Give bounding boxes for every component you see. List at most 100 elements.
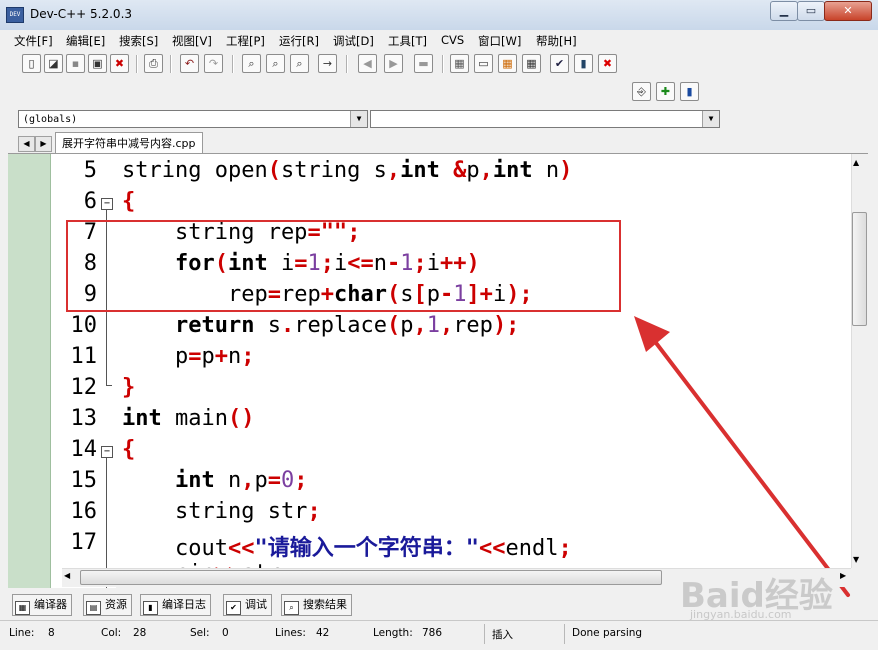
scroll-left-icon[interactable]: ◀ bbox=[64, 571, 70, 580]
status-lines-label: Lines: bbox=[275, 627, 306, 639]
line-number: 14 bbox=[70, 437, 98, 462]
chart-icon[interactable]: ▮ bbox=[574, 54, 593, 73]
menu-cvs[interactable]: CVS bbox=[441, 33, 464, 47]
main-toolbar: ▯ ◪ ▪ ▣ ✖ ⎙ ↶ ↷ ⌕ ⌕ ⌕ → ◀ ▶ ▬ ▦ ▭ ▦ ▦ ✔ … bbox=[0, 50, 878, 78]
log-icon: ▮ bbox=[143, 601, 158, 615]
menu-bar: 文件[F] 编辑[E] 搜索[S] 视图[V] 工程[P] 运行[R] 调试[D… bbox=[0, 30, 878, 50]
tab-debug[interactable]: ✔ 调试 bbox=[223, 594, 272, 616]
tab-file[interactable]: 展开字符串中减号内容.cpp bbox=[55, 132, 203, 155]
chevron-down-icon: ▼ bbox=[350, 111, 367, 127]
tab-scroll-left-icon[interactable]: ◀ bbox=[18, 136, 35, 152]
status-line-label: Line: bbox=[9, 627, 35, 639]
annotation-box bbox=[66, 220, 621, 312]
compile-run-icon[interactable]: ▦ bbox=[498, 54, 517, 73]
title-bar: DEV Dev-C++ 5.2.0.3 ▁ ▭ ✕ bbox=[0, 0, 878, 31]
check-syntax-icon[interactable]: ✔ bbox=[550, 54, 569, 73]
tab-label: 搜索结果 bbox=[303, 598, 347, 611]
line-number: 6 bbox=[83, 189, 97, 214]
menu-window[interactable]: 窗口[W] bbox=[478, 33, 521, 49]
status-lines: 42 bbox=[316, 627, 330, 639]
menu-help[interactable]: 帮助[H] bbox=[536, 33, 577, 49]
save-icon[interactable]: ▪ bbox=[66, 54, 85, 73]
fold-collapse-icon[interactable]: − bbox=[101, 198, 113, 210]
open-file-icon[interactable]: ◪ bbox=[44, 54, 63, 73]
status-sel: 0 bbox=[222, 627, 229, 639]
menu-project[interactable]: 工程[P] bbox=[226, 33, 265, 49]
scope-combo-value: (globals) bbox=[23, 114, 78, 125]
scroll-down-icon[interactable]: ▼ bbox=[853, 555, 859, 564]
tab-label: 编译器 bbox=[34, 598, 67, 611]
vertical-scroll-thumb[interactable] bbox=[852, 212, 867, 326]
add-icon[interactable]: ✚ bbox=[656, 82, 675, 101]
annotation-arrow bbox=[634, 316, 850, 597]
app-icon: DEV bbox=[6, 7, 24, 23]
search-icon: ⌕ bbox=[284, 601, 299, 615]
line-number: 12 bbox=[70, 375, 98, 400]
scroll-right-icon[interactable]: ▶ bbox=[840, 571, 846, 580]
horizontal-scroll-thumb[interactable] bbox=[80, 570, 662, 585]
window-title: Dev-C++ 5.2.0.3 bbox=[30, 7, 133, 21]
save-all-icon[interactable]: ▣ bbox=[88, 54, 107, 73]
debug-check-icon: ✔ bbox=[226, 601, 241, 615]
find-icon[interactable]: ⌕ bbox=[242, 54, 261, 73]
line-number: 17 bbox=[70, 530, 98, 555]
new-class-icon[interactable]: ⎆ bbox=[632, 82, 651, 101]
tab-resources[interactable]: ▤ 资源 bbox=[83, 594, 132, 616]
line-number: 10 bbox=[70, 313, 98, 338]
secondary-toolbar: ⎆ ✚ ▮ bbox=[0, 78, 878, 106]
status-length: 786 bbox=[422, 627, 443, 639]
status-bar: Line: 8 Col: 28 Sel: 0 Lines: 42 Length:… bbox=[0, 620, 878, 650]
goto-line-icon[interactable]: → bbox=[318, 54, 337, 73]
replace-icon[interactable]: ⌕ bbox=[266, 54, 285, 73]
stop-icon[interactable]: ✖ bbox=[598, 54, 617, 73]
scope-combo[interactable]: (globals) ▼ bbox=[18, 110, 368, 128]
tab-search-results[interactable]: ⌕ 搜索结果 bbox=[281, 594, 352, 616]
resources-icon: ▤ bbox=[86, 601, 101, 615]
scroll-up-icon[interactable]: ▲ bbox=[853, 158, 859, 167]
menu-run[interactable]: 运行[R] bbox=[279, 33, 319, 49]
menu-tools[interactable]: 工具[T] bbox=[388, 33, 427, 49]
status-sel-label: Sel: bbox=[190, 627, 210, 639]
status-col-label: Col: bbox=[101, 627, 122, 639]
status-length-label: Length: bbox=[373, 627, 413, 639]
menu-view[interactable]: 视图[V] bbox=[172, 33, 212, 49]
maximize-button[interactable]: ▭ bbox=[797, 1, 825, 21]
tab-compile-log[interactable]: ▮ 编译日志 bbox=[140, 594, 211, 616]
menu-debug[interactable]: 调试[D] bbox=[333, 33, 374, 49]
chevron-down-icon: ▼ bbox=[702, 111, 719, 127]
menu-file[interactable]: 文件[F] bbox=[14, 33, 53, 49]
remove-from-project-icon[interactable]: ▶ bbox=[384, 54, 403, 73]
menu-edit[interactable]: 编辑[E] bbox=[66, 33, 105, 49]
print-icon[interactable]: ⎙ bbox=[144, 54, 163, 73]
status-col: 28 bbox=[133, 627, 147, 639]
tab-label: 编译日志 bbox=[162, 598, 206, 611]
line-number: 11 bbox=[70, 344, 98, 369]
undo-icon[interactable]: ↶ bbox=[180, 54, 199, 73]
line-number: 15 bbox=[70, 468, 98, 493]
redo-icon[interactable]: ↷ bbox=[204, 54, 223, 73]
line-number: 5 bbox=[83, 158, 97, 183]
close-button[interactable]: ✕ bbox=[824, 1, 872, 21]
symbol-combo[interactable]: ▼ bbox=[370, 110, 720, 128]
status-mode: 插入 bbox=[492, 629, 513, 641]
project-options-icon[interactable]: ▬ bbox=[414, 54, 433, 73]
add-to-project-icon[interactable]: ◀ bbox=[358, 54, 377, 73]
tab-scroll-right-icon[interactable]: ▶ bbox=[35, 136, 52, 152]
tab-compiler[interactable]: ▦ 编译器 bbox=[12, 594, 72, 616]
tab-label: 资源 bbox=[105, 598, 127, 611]
menu-search[interactable]: 搜索[S] bbox=[119, 33, 158, 49]
run-icon[interactable]: ▭ bbox=[474, 54, 493, 73]
fold-collapse-icon[interactable]: − bbox=[101, 446, 113, 458]
new-file-icon[interactable]: ▯ bbox=[22, 54, 41, 73]
tab-label: 调试 bbox=[245, 598, 267, 611]
find-next-icon[interactable]: ⌕ bbox=[290, 54, 309, 73]
rebuild-icon[interactable]: ▦ bbox=[522, 54, 541, 73]
compile-icon[interactable]: ▦ bbox=[450, 54, 469, 73]
minimize-button[interactable]: ▁ bbox=[770, 1, 798, 21]
compiler-icon: ▦ bbox=[15, 601, 30, 615]
status-line: 8 bbox=[48, 627, 55, 639]
side-panel bbox=[8, 154, 51, 588]
bookmark-icon[interactable]: ▮ bbox=[680, 82, 699, 101]
line-number: 16 bbox=[70, 499, 98, 524]
close-file-icon[interactable]: ✖ bbox=[110, 54, 129, 73]
